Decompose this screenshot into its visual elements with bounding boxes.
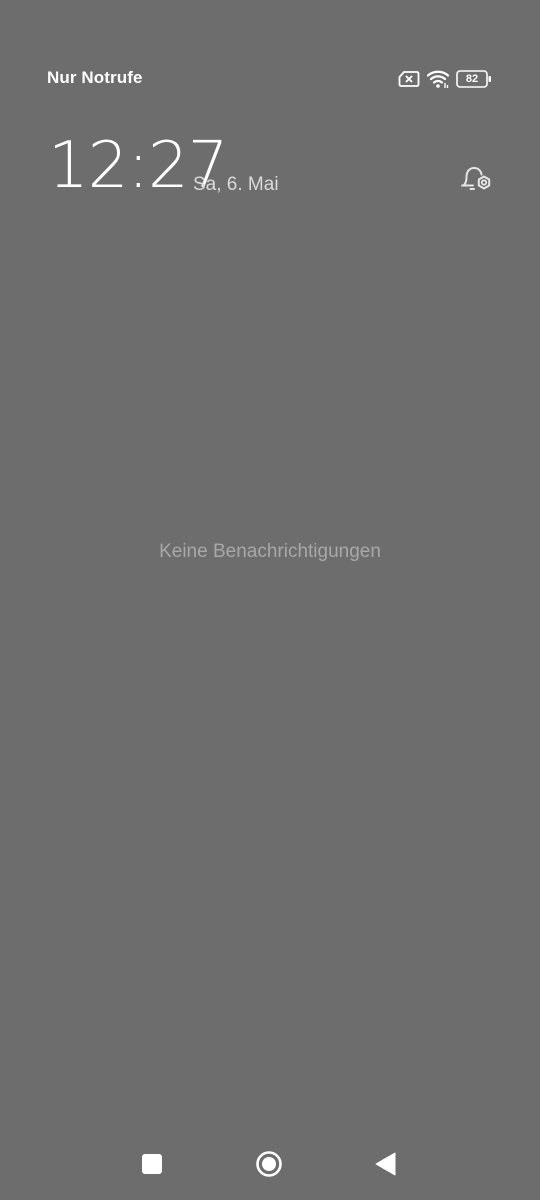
battery-level: 82 [465,73,479,85]
carrier-label: Nur Notrufe [47,68,143,87]
home-icon [255,1150,283,1183]
battery-icon: 82 [456,69,492,89]
back-button[interactable] [366,1146,406,1186]
home-button[interactable] [249,1146,289,1186]
wifi-icon [426,69,450,89]
back-icon [375,1152,397,1181]
no-notifications-label: Keine Benachrichtigungen [159,541,381,562]
no-sim-icon [398,70,420,88]
recents-button[interactable] [132,1146,172,1186]
recents-icon [141,1153,163,1180]
notification-settings-icon[interactable] [456,160,496,200]
status-icons: 82 [398,68,492,90]
lockscreen-date: Sa, 6. Mai [193,174,279,195]
